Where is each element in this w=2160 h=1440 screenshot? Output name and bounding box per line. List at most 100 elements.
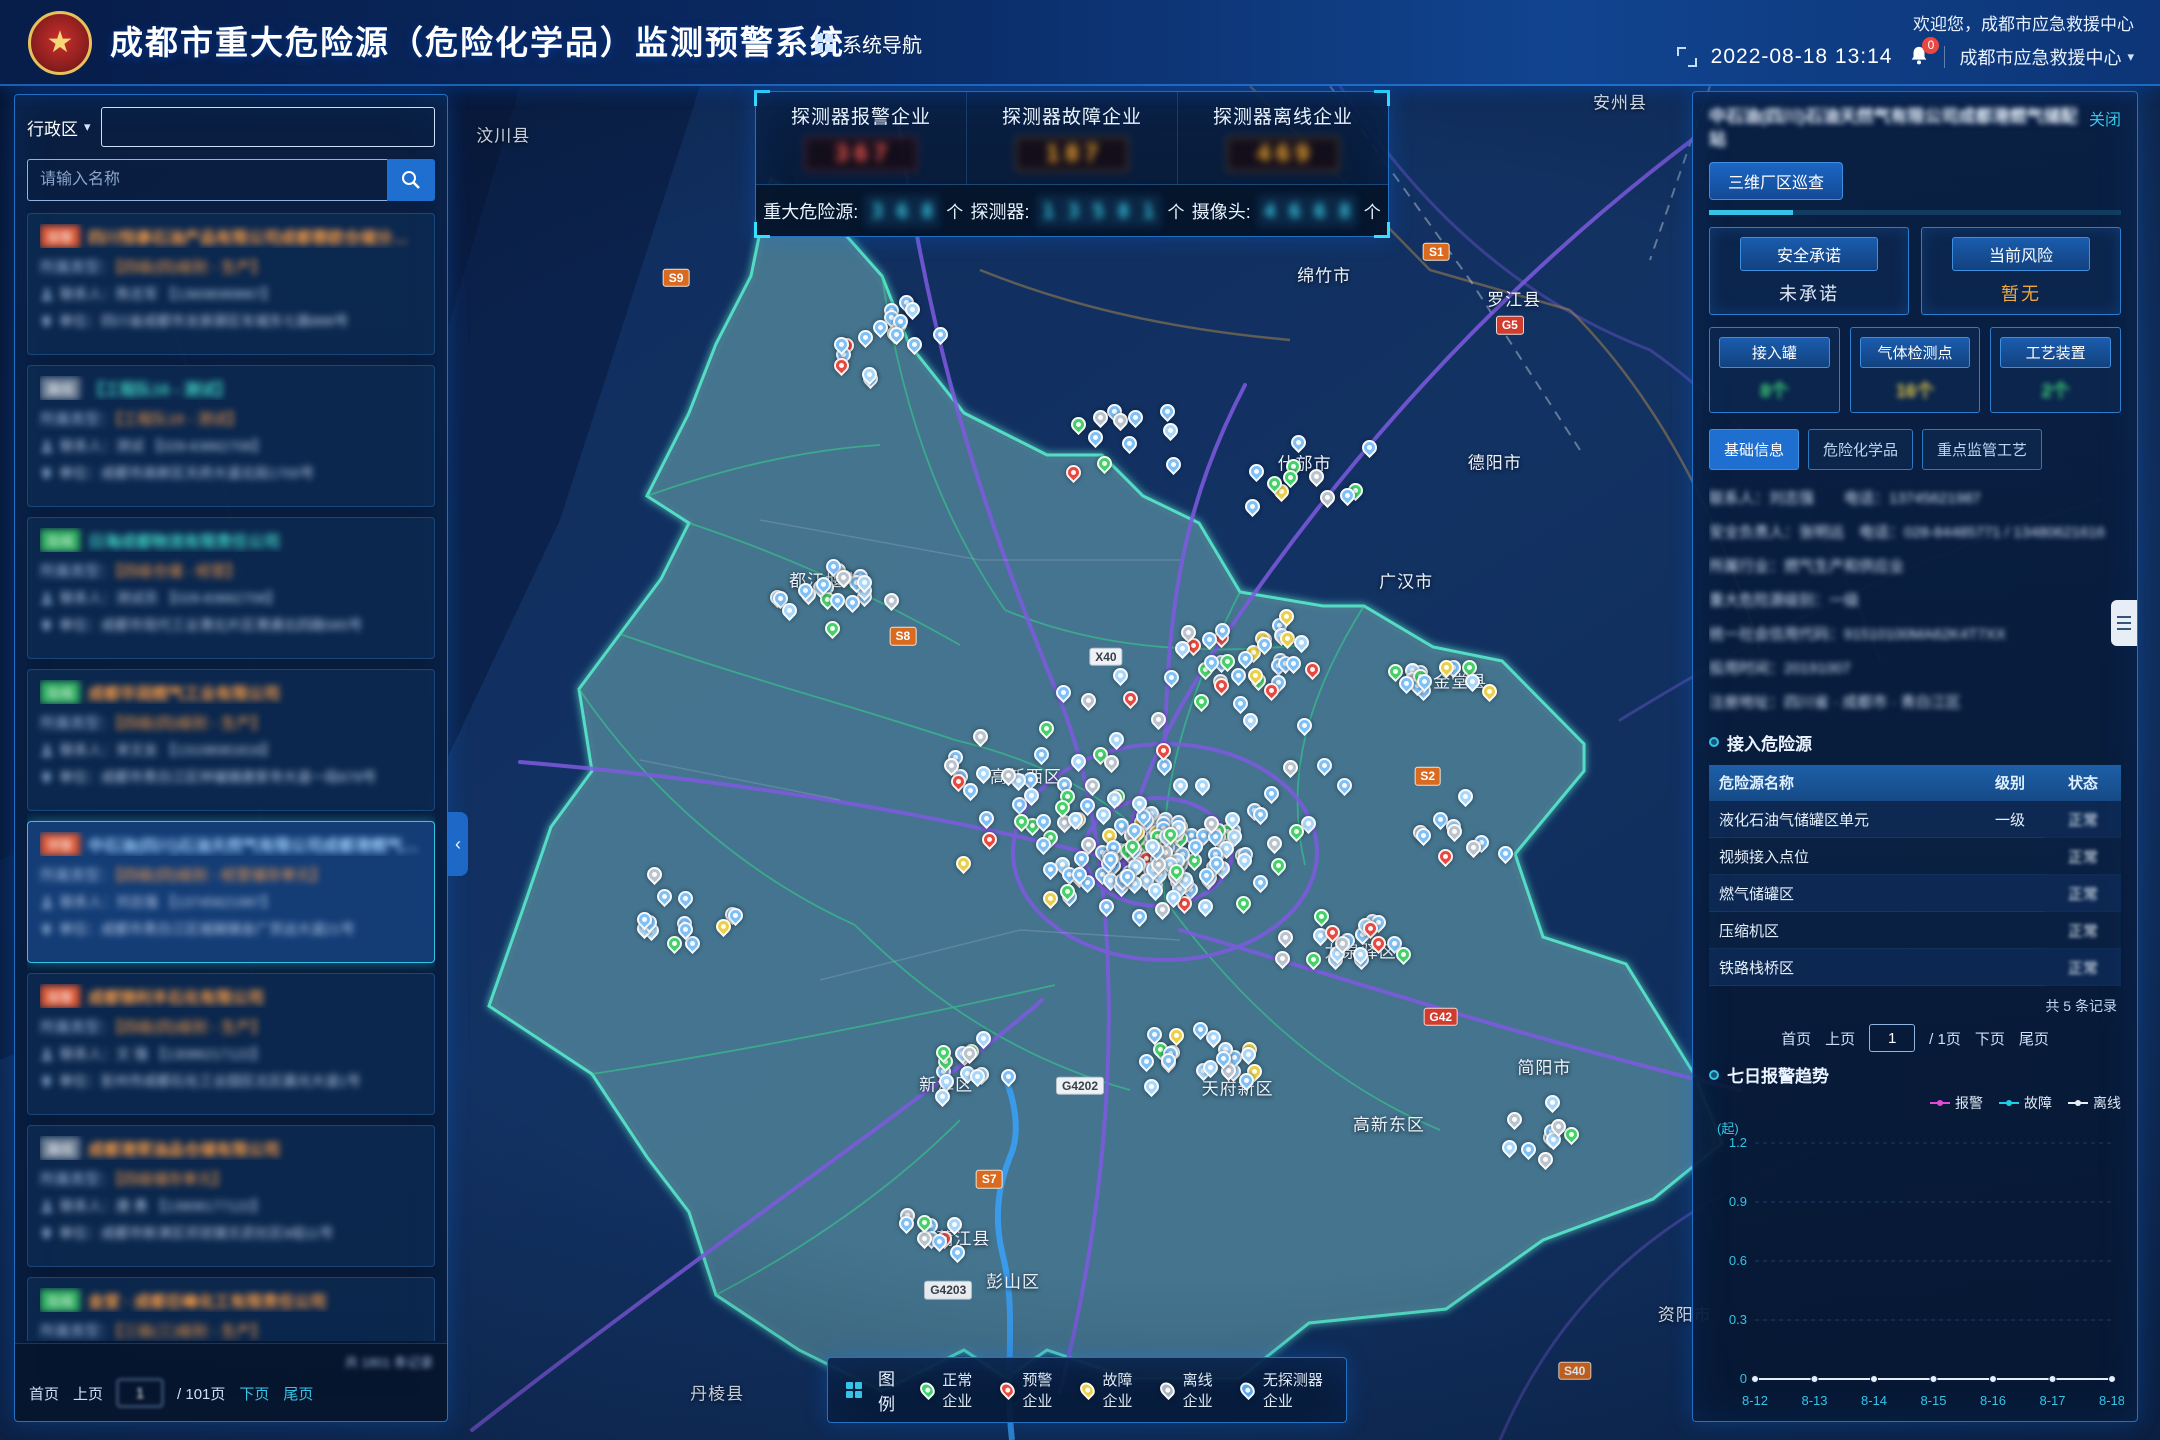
map-marker[interactable] <box>1105 729 1126 750</box>
hazard-row[interactable]: 压缩机区正常 <box>1709 912 2121 949</box>
hazard-page-first[interactable]: 首页 <box>1781 1028 1811 1049</box>
map-marker[interactable] <box>1170 775 1191 796</box>
district-input[interactable] <box>101 107 435 147</box>
map-marker[interactable] <box>953 853 974 874</box>
map-marker[interactable] <box>998 1066 1019 1087</box>
map-marker[interactable] <box>1153 740 1174 761</box>
map-marker[interactable] <box>1268 855 1289 876</box>
map-marker[interactable] <box>1504 1109 1525 1130</box>
map-marker[interactable] <box>1261 782 1282 803</box>
map-marker[interactable] <box>1040 888 1061 909</box>
map-marker[interactable] <box>979 829 1000 850</box>
map-marker[interactable] <box>1109 665 1130 686</box>
map-marker[interactable] <box>930 324 951 345</box>
map-marker[interactable] <box>1148 709 1169 730</box>
map-marker[interactable] <box>1036 718 1057 739</box>
map-marker[interactable] <box>1272 948 1293 969</box>
search-button[interactable] <box>387 159 435 201</box>
map-marker[interactable] <box>1317 487 1338 508</box>
map-marker[interactable] <box>1359 437 1380 458</box>
trend-legend-item[interactable]: 离线 <box>2068 1093 2121 1113</box>
map-marker[interactable] <box>1246 461 1267 482</box>
map-marker[interactable] <box>1096 895 1117 916</box>
panel-expand-toggle[interactable] <box>2111 600 2137 646</box>
detail-tab-2[interactable]: 重点监管工艺 <box>1922 429 2042 470</box>
search-input[interactable] <box>27 159 387 201</box>
map-marker[interactable] <box>1120 688 1141 709</box>
map-marker[interactable] <box>1434 846 1455 867</box>
system-nav-button[interactable]: 系统导航 <box>815 0 922 86</box>
map-marker[interactable] <box>1163 454 1184 475</box>
map-marker[interactable] <box>1233 893 1254 914</box>
map-marker[interactable] <box>1077 690 1098 711</box>
map-marker[interactable] <box>1166 1025 1187 1046</box>
hazard-page-last[interactable]: 尾页 <box>2019 1028 2049 1049</box>
company-card[interactable]: 在线金堂 · 成都巨峰化工有限责任公司所属类型：【三级(三)级别 - 生产】联系… <box>27 1277 435 1341</box>
map-marker[interactable] <box>1085 427 1106 448</box>
hazard-page-next[interactable]: 下页 <box>1975 1028 2005 1049</box>
map-marker[interactable] <box>1334 775 1355 796</box>
hazard-page-prev[interactable]: 上页 <box>1825 1028 1855 1049</box>
map-marker[interactable] <box>1067 414 1088 435</box>
company-card[interactable]: 在线日海成都物流有限责任公司所属类型：【四级仓储 - 经营】联系人：测试员 【0… <box>27 517 435 659</box>
map-marker[interactable] <box>1119 433 1140 454</box>
page-next[interactable]: 下页 <box>239 1383 269 1404</box>
map-marker[interactable] <box>1240 710 1261 731</box>
detail-tab-1[interactable]: 危险化学品 <box>1808 429 1913 470</box>
hazard-row[interactable]: 视频接入点位正常 <box>1709 838 2121 875</box>
map-marker[interactable] <box>1082 775 1103 796</box>
plant-3d-tour-button[interactable]: 三维厂区巡查 <box>1709 162 1843 200</box>
company-card[interactable]: 预警中石油(四川)石油天然气有限公司成都港燃气储配站所属类型：【四级(四)级别 … <box>27 821 435 963</box>
map-marker[interactable] <box>1275 927 1296 948</box>
company-card[interactable]: 离线成都港荣油品仓储有限公司所属类型：【四级储存单元】联系人：唐 勇 【1390… <box>27 1125 435 1267</box>
map-marker[interactable] <box>1542 1092 1563 1113</box>
trend-legend-item[interactable]: 报警 <box>1930 1093 1983 1113</box>
page-first[interactable]: 首页 <box>29 1383 59 1404</box>
map-marker[interactable] <box>1093 804 1114 825</box>
map-marker[interactable] <box>1294 715 1315 736</box>
map-marker[interactable] <box>1242 495 1263 516</box>
fullscreen-icon[interactable] <box>1677 47 1697 67</box>
sidebar-collapse-button[interactable]: ‹ <box>448 812 468 876</box>
district-dropdown[interactable]: 行政区 ▾ <box>27 115 91 140</box>
map-marker[interactable] <box>1455 785 1476 806</box>
map-marker[interactable] <box>1302 659 1323 680</box>
map-marker[interactable] <box>1141 1076 1162 1097</box>
map-marker[interactable] <box>654 886 675 907</box>
map-marker[interactable] <box>1068 751 1089 772</box>
map-marker[interactable] <box>1157 401 1178 422</box>
map-marker[interactable] <box>1230 693 1251 714</box>
map-marker[interactable] <box>881 590 902 611</box>
company-card[interactable]: 在线成都华润燃气工业有限公司所属类型：【四级(四)级别 - 生产】联系人：宋文友… <box>27 669 435 811</box>
company-card[interactable]: 离线【工程队16 - 测试】所属类型：【工程队16 - 测试】联系人：测试 【0… <box>27 365 435 507</box>
map-marker[interactable] <box>1125 407 1146 428</box>
map-marker[interactable] <box>822 618 843 639</box>
map-marker[interactable] <box>1499 1137 1520 1158</box>
hazard-row[interactable]: 燃气储罐区正常 <box>1709 875 2121 912</box>
hazard-page-input[interactable] <box>1869 1024 1915 1052</box>
page-last[interactable]: 尾页 <box>283 1383 313 1404</box>
hazard-row[interactable]: 铁路栈桥区正常 <box>1709 949 2121 986</box>
close-button[interactable]: 关闭 <box>2089 106 2121 130</box>
company-card[interactable]: 报警成都锦利丰石化有限公司所属类型：【四级(四)级别 - 生产】联系人：文 强 … <box>27 973 435 1115</box>
map-marker[interactable] <box>1191 691 1212 712</box>
map-marker[interactable] <box>970 725 991 746</box>
map-marker[interactable] <box>1279 757 1300 778</box>
map-marker[interactable] <box>1160 420 1181 441</box>
map-marker[interactable] <box>1495 843 1516 864</box>
map-marker[interactable] <box>643 864 664 885</box>
map-marker[interactable] <box>1053 682 1074 703</box>
map-marker[interactable] <box>1129 906 1150 927</box>
map-marker[interactable] <box>1195 896 1216 917</box>
map-marker[interactable] <box>675 888 696 909</box>
map-marker[interactable] <box>1303 949 1324 970</box>
map-marker[interactable] <box>1518 1139 1539 1160</box>
trend-legend-item[interactable]: 故障 <box>1999 1093 2052 1113</box>
map-marker[interactable] <box>1264 832 1285 853</box>
notifications-bell[interactable]: 0 <box>1906 44 1930 70</box>
map-marker[interactable] <box>976 808 997 829</box>
map-marker[interactable] <box>1161 667 1182 688</box>
page-prev[interactable]: 上页 <box>73 1383 103 1404</box>
map-marker[interactable] <box>1535 1149 1556 1170</box>
map-marker[interactable] <box>1094 453 1115 474</box>
